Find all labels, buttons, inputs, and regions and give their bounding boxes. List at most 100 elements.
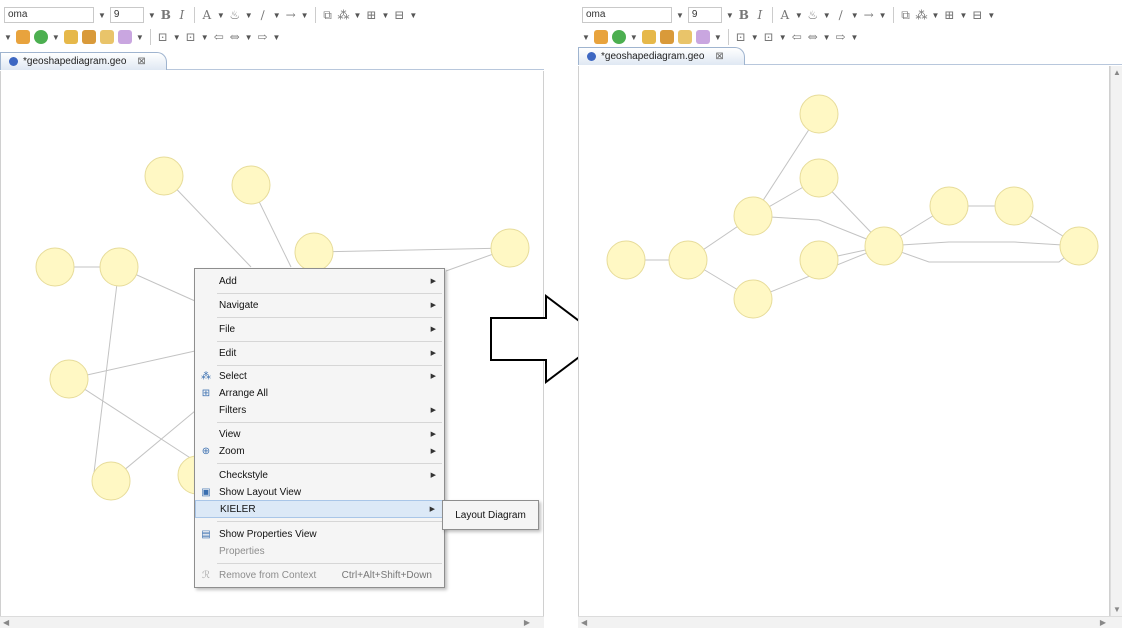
chevron-down-icon[interactable]: ▼ bbox=[217, 11, 225, 20]
folder-open-icon[interactable] bbox=[659, 30, 674, 44]
chevron-down-icon[interactable]: ▼ bbox=[751, 33, 759, 42]
bold-icon[interactable]: B bbox=[160, 7, 172, 23]
grid-icon[interactable] bbox=[15, 30, 30, 44]
menu-item-file[interactable]: File ▶ bbox=[195, 320, 444, 338]
select-all-icon[interactable]: ⁂ bbox=[916, 7, 928, 23]
horizontal-scrollbar[interactable]: ◀ ▶ bbox=[0, 616, 544, 628]
auto-size-icon[interactable]: ⧉ bbox=[900, 7, 912, 23]
auto-size-icon[interactable]: ⧉ bbox=[322, 7, 334, 23]
chevron-down-icon[interactable]: ▼ bbox=[779, 33, 787, 42]
chevron-down-icon[interactable]: ▼ bbox=[201, 33, 209, 42]
chevron-down-icon[interactable]: ▼ bbox=[726, 11, 734, 20]
submenu-item-layout-diagram[interactable]: Layout Diagram bbox=[455, 510, 526, 521]
font-color-icon[interactable]: A bbox=[201, 7, 213, 23]
chevron-down-icon[interactable]: ▼ bbox=[409, 11, 417, 20]
menu-item-kieler[interactable]: KIELER ▶ bbox=[195, 500, 444, 518]
chevron-down-icon[interactable]: ▼ bbox=[148, 11, 156, 20]
chevron-down-icon[interactable]: ▼ bbox=[245, 33, 253, 42]
vertical-scrollbar[interactable]: ▲ ▼ bbox=[1110, 66, 1122, 616]
line-style-icon[interactable]: → bbox=[863, 7, 875, 23]
chevron-down-icon[interactable]: ▼ bbox=[851, 11, 859, 20]
route-icon[interactable]: ⇦ bbox=[791, 29, 803, 45]
chevron-down-icon[interactable]: ▼ bbox=[136, 33, 144, 42]
zoom-icon[interactable]: ⊡ bbox=[157, 29, 169, 45]
chevron-down-icon[interactable]: ▼ bbox=[851, 33, 859, 42]
chevron-down-icon[interactable]: ▼ bbox=[823, 11, 831, 20]
close-icon[interactable]: ⊠ bbox=[715, 51, 723, 62]
editor-tab[interactable]: *geoshapediagram.geo ⊠ bbox=[578, 47, 745, 65]
menu-item-properties[interactable]: Properties bbox=[195, 542, 444, 560]
chevron-down-icon[interactable]: ▼ bbox=[676, 11, 684, 20]
line-color-icon[interactable]: ∕ bbox=[257, 7, 269, 23]
chevron-down-icon[interactable]: ▼ bbox=[932, 11, 940, 20]
font-size-combo[interactable]: 9 bbox=[109, 7, 144, 23]
arrange-icon[interactable]: ⊞ bbox=[943, 7, 955, 23]
font-color-icon[interactable]: A bbox=[779, 7, 791, 23]
line-color-icon[interactable]: ∕ bbox=[835, 7, 847, 23]
align-icon[interactable]: ⊟ bbox=[393, 7, 405, 23]
chevron-down-icon[interactable]: ▼ bbox=[795, 11, 803, 20]
chevron-down-icon[interactable]: ▼ bbox=[273, 11, 281, 20]
menu-item-checkstyle[interactable]: Checkstyle ▶ bbox=[195, 466, 444, 484]
chevron-down-icon[interactable]: ▼ bbox=[381, 11, 389, 20]
grid-icon[interactable] bbox=[593, 30, 608, 44]
font-size-combo[interactable]: 9 bbox=[687, 7, 722, 23]
editor-tab[interactable]: *geoshapediagram.geo ⊠ bbox=[0, 52, 167, 70]
chevron-down-icon[interactable]: ▼ bbox=[98, 11, 106, 20]
scroll-down-icon[interactable]: ▼ bbox=[1113, 605, 1121, 614]
menu-item-zoom[interactable]: ⊕ Zoom ▶ bbox=[195, 442, 444, 460]
scroll-right-icon[interactable]: ▶ bbox=[524, 618, 530, 627]
menu-item-remove-from-context[interactable]: ℛ Remove from Context Ctrl+Alt+Shift+Dow… bbox=[195, 566, 444, 584]
chevron-down-icon[interactable]: ▼ bbox=[987, 11, 995, 20]
italic-icon[interactable]: I bbox=[176, 7, 188, 23]
back-icon[interactable]: ⇔ bbox=[229, 29, 241, 45]
image-icon[interactable] bbox=[641, 30, 656, 44]
chevron-down-icon[interactable]: ▼ bbox=[714, 33, 722, 42]
select-all-icon[interactable]: ⁂ bbox=[338, 7, 350, 23]
chevron-down-icon[interactable]: ▼ bbox=[823, 33, 831, 42]
image-icon[interactable] bbox=[63, 30, 78, 44]
chevron-down-icon[interactable]: ▼ bbox=[52, 33, 60, 42]
chevron-down-icon[interactable]: ▼ bbox=[4, 33, 12, 42]
menu-item-select[interactable]: ⁂ Select ▶ bbox=[195, 367, 444, 385]
chevron-down-icon[interactable]: ▼ bbox=[354, 11, 362, 20]
folder-icon[interactable] bbox=[677, 30, 692, 44]
snap-icon[interactable]: ⊡ bbox=[763, 29, 775, 45]
zoom-icon[interactable]: ⊡ bbox=[735, 29, 747, 45]
folder-open-icon[interactable] bbox=[81, 30, 96, 44]
menu-item-arrange-all[interactable]: ⊞ Arrange All bbox=[195, 384, 444, 402]
forward-icon[interactable]: ⇨ bbox=[257, 29, 269, 45]
menu-item-add[interactable]: Add ▶ bbox=[195, 272, 444, 290]
menu-item-filters[interactable]: Filters ▶ bbox=[195, 401, 444, 419]
folder-icon[interactable] bbox=[99, 30, 114, 44]
chevron-down-icon[interactable]: ▼ bbox=[273, 33, 281, 42]
pencil-icon[interactable] bbox=[695, 30, 710, 44]
bold-icon[interactable]: B bbox=[738, 7, 750, 23]
chevron-down-icon[interactable]: ▼ bbox=[582, 33, 590, 42]
scroll-right-icon[interactable]: ▶ bbox=[1100, 618, 1106, 627]
back-icon[interactable]: ⇔ bbox=[807, 29, 819, 45]
refresh-icon[interactable] bbox=[33, 30, 48, 44]
chevron-down-icon[interactable]: ▼ bbox=[173, 33, 181, 42]
font-name-combo[interactable]: oma bbox=[582, 7, 672, 23]
menu-item-show-layout-view[interactable]: ▣ Show Layout View bbox=[195, 483, 444, 501]
snap-icon[interactable]: ⊡ bbox=[185, 29, 197, 45]
pencil-icon[interactable] bbox=[117, 30, 132, 44]
fill-color-icon[interactable]: ♨ bbox=[807, 7, 819, 23]
italic-icon[interactable]: I bbox=[754, 7, 766, 23]
scroll-left-icon[interactable]: ◀ bbox=[3, 618, 9, 627]
menu-item-navigate[interactable]: Navigate ▶ bbox=[195, 296, 444, 314]
route-icon[interactable]: ⇦ bbox=[213, 29, 225, 45]
refresh-icon[interactable] bbox=[611, 30, 626, 44]
arrange-icon[interactable]: ⊞ bbox=[365, 7, 377, 23]
forward-icon[interactable]: ⇨ bbox=[835, 29, 847, 45]
chevron-down-icon[interactable]: ▼ bbox=[301, 11, 309, 20]
line-style-icon[interactable]: → bbox=[285, 7, 297, 23]
menu-item-view[interactable]: View ▶ bbox=[195, 425, 444, 443]
chevron-down-icon[interactable]: ▼ bbox=[959, 11, 967, 20]
diagram-canvas[interactable] bbox=[578, 66, 1110, 616]
close-icon[interactable]: ⊠ bbox=[137, 56, 145, 67]
chevron-down-icon[interactable]: ▼ bbox=[879, 11, 887, 20]
menu-item-edit[interactable]: Edit ▶ bbox=[195, 344, 444, 362]
align-icon[interactable]: ⊟ bbox=[971, 7, 983, 23]
